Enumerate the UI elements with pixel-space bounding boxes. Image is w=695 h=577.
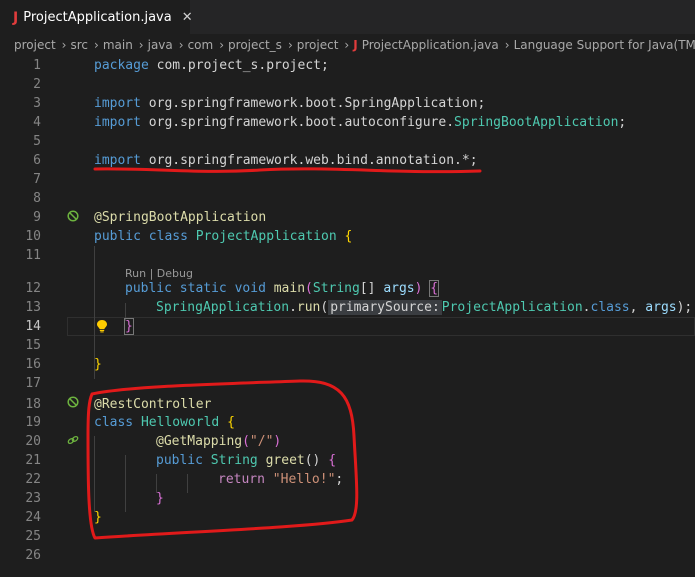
line-number: 1: [33, 58, 41, 73]
line-number: 4: [33, 115, 41, 130]
line-number: 15: [25, 338, 41, 353]
chevron-right-icon: ›: [178, 38, 184, 52]
breadcrumb-folder[interactable]: project: [14, 38, 56, 52]
code-line: }: [94, 357, 102, 372]
line-number: 24: [25, 510, 41, 525]
code-line: }: [94, 510, 102, 525]
line-number: 20: [25, 434, 41, 449]
line-number: 14: [25, 319, 41, 334]
code-line: @GetMapping("/"): [156, 434, 282, 449]
chevron-right-icon: ›: [287, 38, 293, 52]
line-number: 25: [25, 529, 41, 544]
line-number: 3: [33, 96, 41, 111]
breadcrumb-folder[interactable]: com: [188, 38, 214, 52]
breadcrumb-folder[interactable]: project_s: [228, 38, 282, 52]
line-number: 2: [33, 77, 41, 92]
breadcrumb-folder[interactable]: src: [70, 38, 88, 52]
line-number: 21: [25, 453, 41, 468]
line-number: 22: [25, 472, 41, 487]
code-line: package com.project_s.project;: [94, 58, 329, 73]
chevron-right-icon: ›: [61, 38, 67, 52]
line-number: 19: [25, 415, 41, 430]
tab-bar: J ProjectApplication.java ✕: [0, 0, 695, 34]
java-file-icon: J: [13, 9, 19, 26]
line-number: 8: [33, 191, 41, 206]
line-number: 10: [25, 229, 41, 244]
breadcrumb-folder[interactable]: main: [103, 38, 133, 52]
spring-boot-icon[interactable]: [67, 210, 79, 222]
lightbulb-icon[interactable]: [96, 319, 108, 333]
breadcrumb-folder[interactable]: java: [148, 38, 173, 52]
line-number: 16: [25, 357, 41, 372]
code-line: import org.springframework.boot.autoconf…: [94, 115, 627, 130]
chevron-right-icon: ›: [344, 38, 350, 52]
tab-project-application[interactable]: J ProjectApplication.java ✕: [0, 0, 193, 34]
line-number: 7: [33, 172, 41, 187]
chevron-right-icon: ›: [138, 38, 144, 52]
line-number: 12: [25, 281, 41, 296]
breadcrumb: project › src › main › java › com › project_s…: [0, 34, 695, 56]
code-line: }: [124, 318, 134, 335]
line-number: 11: [25, 248, 41, 263]
breadcrumb-symbol[interactable]: Language Support for Java(TM): [514, 38, 695, 52]
tab-title: ProjectApplication.java: [23, 10, 172, 25]
chevron-right-icon: ›: [504, 38, 510, 52]
close-icon[interactable]: ✕: [182, 10, 193, 25]
code-line: @SpringBootApplication: [94, 210, 267, 225]
java-file-icon: J: [353, 38, 358, 52]
code-line: return "Hello!";: [218, 472, 344, 487]
spring-boot-icon[interactable]: [67, 396, 79, 408]
code-line: }: [156, 491, 164, 506]
code-editor[interactable]: 1 package com.project_s.project; 2 3 imp…: [0, 56, 695, 577]
line-number: 26: [25, 548, 41, 563]
chevron-right-icon: ›: [219, 38, 225, 52]
code-line: public String greet() {: [156, 453, 337, 468]
line-number: 13: [25, 300, 41, 315]
chevron-right-icon: ›: [94, 38, 99, 52]
code-line: @RestController: [94, 397, 212, 412]
line-number: 5: [33, 134, 41, 149]
code-line: class Helloworld {: [94, 415, 235, 430]
code-line: SpringApplication.run(primarySource: Proj…: [156, 300, 693, 315]
code-line: import org.springframework.web.bind.anno…: [94, 153, 478, 168]
line-number: 18: [25, 397, 41, 412]
line-number: 23: [25, 491, 41, 506]
line-number: 9: [33, 210, 41, 225]
code-line: import org.springframework.boot.SpringAp…: [94, 96, 486, 111]
code-line: public class ProjectApplication {: [94, 229, 353, 244]
code-line: public static void main(String[] args) {: [125, 280, 440, 297]
breadcrumb-file[interactable]: ProjectApplication.java: [362, 38, 499, 52]
breadcrumb-folder[interactable]: project: [297, 38, 339, 52]
parameter-hint: primarySource:: [328, 300, 442, 315]
link-icon[interactable]: [67, 434, 79, 446]
line-number: 6: [33, 153, 41, 168]
line-number: 17: [25, 376, 41, 391]
